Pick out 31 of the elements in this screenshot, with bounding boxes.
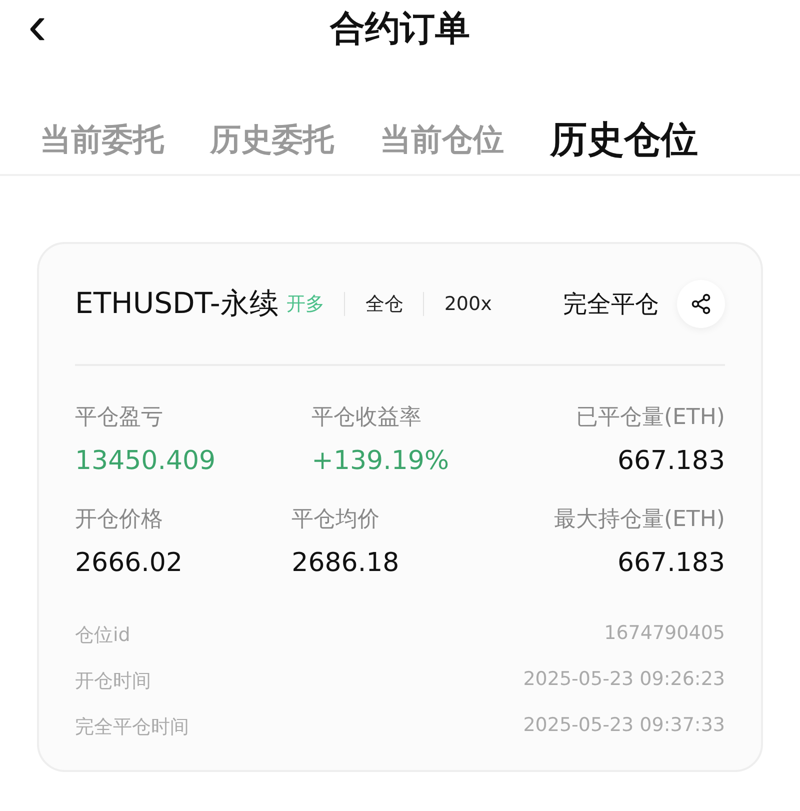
share-icon: [690, 293, 712, 315]
stat-value: +139.19%: [312, 446, 450, 476]
detail-value: 2025-05-23 09:26:23: [523, 668, 725, 692]
detail-value: 2025-05-23 09:37:33: [523, 714, 725, 738]
margin-mode: 全仓: [365, 292, 404, 317]
back-button[interactable]: ‹: [22, 0, 53, 50]
page-title: 合约订单: [330, 8, 470, 50]
detail-value: 1674790405: [604, 622, 725, 646]
stat-value: 2666.02: [75, 548, 183, 578]
side-tag: 开多: [286, 291, 324, 317]
tab[interactable]: 历史仓位: [550, 115, 698, 165]
share-button[interactable]: [677, 280, 725, 328]
stat-label: 平仓均价: [292, 506, 380, 534]
tab[interactable]: 当前委托: [40, 119, 164, 161]
stat-value: 2686.18: [292, 548, 400, 578]
detail-label: 仓位id: [75, 623, 130, 648]
stat-value: 13450.409: [75, 446, 216, 476]
detail-label: 开仓时间: [75, 669, 151, 694]
stat-value: 667.183: [617, 446, 725, 476]
detail-label: 完全平仓时间: [75, 715, 189, 740]
stat-label: 平仓盈亏: [75, 404, 163, 432]
stat-label: 已平仓量(ETH): [576, 404, 725, 432]
tab[interactable]: 当前仓位: [380, 119, 504, 161]
stat-label: 开仓价格: [75, 506, 163, 534]
tab[interactable]: 历史委托: [210, 119, 334, 161]
stat-label: 平仓收益率: [312, 404, 422, 432]
symbol-name: ETHUSDT-永续: [75, 285, 278, 322]
stat-value: 667.183: [617, 548, 725, 578]
stat-label: 最大持仓量(ETH): [554, 506, 725, 534]
position-status: 完全平仓: [563, 289, 659, 320]
leverage: 200x: [444, 293, 492, 315]
